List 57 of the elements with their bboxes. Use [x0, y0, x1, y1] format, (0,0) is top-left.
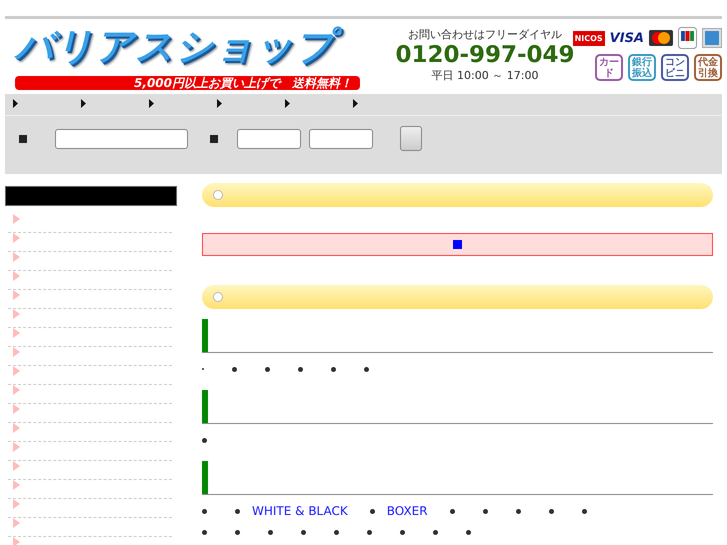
arrow-icon[interactable] [13, 537, 20, 545]
bullet-icon [265, 366, 270, 372]
free-shipping-banner: 5,000円以上お買い上げで 送料無料！ [15, 76, 360, 90]
bullet-icon [235, 530, 240, 534]
bullet-icon [516, 508, 521, 514]
payment-badge: 代金引換 [694, 54, 722, 81]
payment-badge: カード [595, 54, 623, 81]
bullet-icon [334, 530, 339, 534]
arrow-icon [353, 99, 358, 108]
search-field[interactable] [309, 128, 373, 148]
bullet-icon [433, 530, 438, 534]
payment-badge: 銀行振込 [628, 54, 656, 81]
category-link[interactable]: BOXER [386, 504, 428, 518]
bullet-icon [482, 508, 488, 514]
card-logo: NICOS [572, 30, 605, 46]
square-icon [453, 240, 462, 249]
bullet-icon [301, 530, 306, 534]
search-field[interactable] [55, 128, 188, 148]
category-link[interactable]: WHITE & BLACK [252, 504, 348, 518]
bullet-icon [331, 366, 336, 372]
bullet-icon [202, 530, 207, 534]
square-icon [19, 134, 27, 142]
bullet-icon [400, 530, 405, 534]
heading-marker [202, 319, 208, 352]
bullet-icon [582, 508, 587, 514]
bullet-icon [364, 366, 369, 372]
payment-badge: コンビニ [661, 54, 689, 81]
bullet-icon [202, 438, 207, 442]
business-hours: 平日 10:00 ～ 17:00 [432, 68, 538, 83]
bullet-icon [367, 530, 372, 534]
search-field[interactable] [237, 128, 301, 148]
arrow-icon [149, 99, 154, 108]
bullet-icon [268, 530, 273, 534]
card-icon [678, 27, 697, 49]
circle-icon [213, 292, 223, 302]
contact-label: お問い合わせはフリーダイヤル [408, 27, 562, 42]
bullet-icon [450, 508, 455, 514]
card-icon [649, 30, 673, 46]
bullet-icon [548, 508, 554, 514]
arrow-icon [285, 99, 290, 108]
arrow-icon [81, 99, 86, 108]
bullet-icon [235, 508, 240, 514]
heading-marker [202, 390, 208, 423]
arrow-icon [13, 99, 18, 108]
circle-icon [213, 190, 223, 200]
bullet-icon [232, 366, 237, 372]
card-icon [702, 28, 722, 48]
card-logo: VISA [610, 30, 644, 46]
heading-marker [202, 461, 208, 494]
phone-number: 0120-997-049 [395, 42, 575, 68]
bullet-icon [298, 366, 303, 372]
square-icon [210, 134, 218, 142]
search-button[interactable] [400, 126, 422, 151]
bullet-icon [202, 508, 207, 514]
bullet-icon [466, 530, 471, 534]
arrow-icon [217, 99, 222, 108]
bullet-icon [370, 508, 375, 514]
